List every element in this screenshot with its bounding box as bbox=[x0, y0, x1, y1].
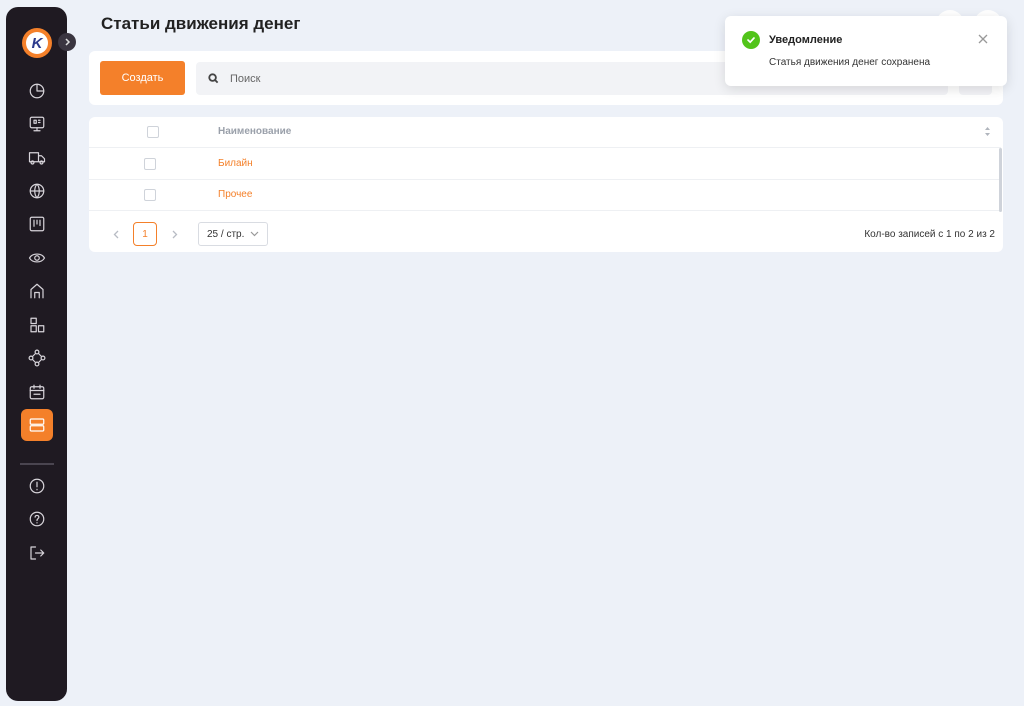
pagination: 1 25 / стр. Кол-во записей с 1 по 2 из 2 bbox=[89, 219, 1003, 249]
sidebar-item-home[interactable] bbox=[21, 275, 53, 307]
sidebar-item-logout[interactable] bbox=[21, 537, 53, 569]
sidebar-item-network[interactable] bbox=[21, 342, 53, 374]
warehouse-icon bbox=[30, 317, 45, 333]
network-icon bbox=[28, 349, 46, 367]
chevron-down-icon bbox=[250, 231, 259, 237]
table-scrollbar[interactable] bbox=[999, 148, 1002, 212]
notification-message: Статья движения денег сохранена bbox=[769, 57, 931, 68]
chevron-right-icon bbox=[172, 230, 178, 238]
app-logo[interactable]: K bbox=[22, 28, 52, 58]
table-row[interactable]: Билайн bbox=[89, 149, 1001, 180]
data-table: Наименование Билайн Прочее 1 25 / стр. К… bbox=[89, 117, 1003, 252]
select-all-checkbox[interactable] bbox=[147, 126, 159, 138]
table-row[interactable]: Прочее bbox=[89, 180, 1001, 211]
notification-toast: Уведомление Статья движения денег сохран… bbox=[725, 16, 1007, 86]
row-checkbox[interactable] bbox=[144, 189, 156, 201]
alert-icon bbox=[29, 478, 45, 494]
search-icon bbox=[208, 73, 219, 84]
sort-icon[interactable] bbox=[984, 126, 991, 137]
monitor-icon bbox=[29, 116, 45, 132]
eye-icon bbox=[28, 253, 46, 263]
page-size-value: 25 / стр. bbox=[207, 228, 245, 240]
row-name-link[interactable]: Билайн bbox=[218, 158, 253, 169]
sidebar-item-alert[interactable] bbox=[21, 470, 53, 502]
page-number[interactable]: 1 bbox=[133, 222, 157, 246]
globe-icon bbox=[29, 183, 45, 199]
sidebar-item-monitor[interactable] bbox=[21, 108, 53, 140]
next-page-button[interactable] bbox=[165, 224, 185, 244]
success-check-icon bbox=[742, 31, 760, 49]
dashboard-icon bbox=[29, 83, 45, 99]
records-count: Кол-во записей с 1 по 2 из 2 bbox=[864, 229, 995, 240]
sidebar-item-calendar[interactable] bbox=[21, 376, 53, 408]
sidebar-item-server[interactable] bbox=[21, 409, 53, 441]
sidebar-item-dashboard[interactable] bbox=[21, 75, 53, 107]
sidebar-item-board[interactable] bbox=[21, 208, 53, 240]
sidebar-item-truck[interactable] bbox=[21, 142, 53, 174]
sidebar-item-warehouse[interactable] bbox=[21, 309, 53, 341]
page-size-select[interactable]: 25 / стр. bbox=[198, 222, 268, 246]
chevron-left-icon bbox=[113, 230, 119, 238]
home-icon bbox=[30, 283, 44, 299]
prev-page-button[interactable] bbox=[106, 224, 126, 244]
logo-letter: K bbox=[26, 32, 48, 54]
row-checkbox[interactable] bbox=[144, 158, 156, 170]
sidebar-divider bbox=[20, 463, 54, 465]
board-icon bbox=[29, 216, 45, 232]
truck-icon bbox=[28, 152, 46, 165]
help-icon bbox=[29, 511, 45, 527]
chevron-right-icon bbox=[65, 38, 71, 46]
calendar-icon bbox=[29, 384, 45, 400]
sidebar: K bbox=[6, 7, 76, 701]
server-icon bbox=[29, 418, 45, 432]
notification-title: Уведомление bbox=[769, 34, 843, 46]
create-button[interactable]: Создать bbox=[100, 61, 185, 95]
sidebar-item-globe[interactable] bbox=[21, 175, 53, 207]
sidebar-expand-button[interactable] bbox=[58, 33, 76, 51]
close-icon[interactable] bbox=[977, 33, 989, 45]
page-title: Статьи движения денег bbox=[101, 14, 301, 33]
row-name-link[interactable]: Прочее bbox=[218, 189, 252, 200]
sidebar-item-help[interactable] bbox=[21, 503, 53, 535]
column-header-name[interactable]: Наименование bbox=[218, 126, 291, 137]
table-header-row: Наименование bbox=[89, 117, 1001, 148]
logout-icon bbox=[30, 546, 45, 560]
sidebar-item-eye[interactable] bbox=[21, 242, 53, 274]
